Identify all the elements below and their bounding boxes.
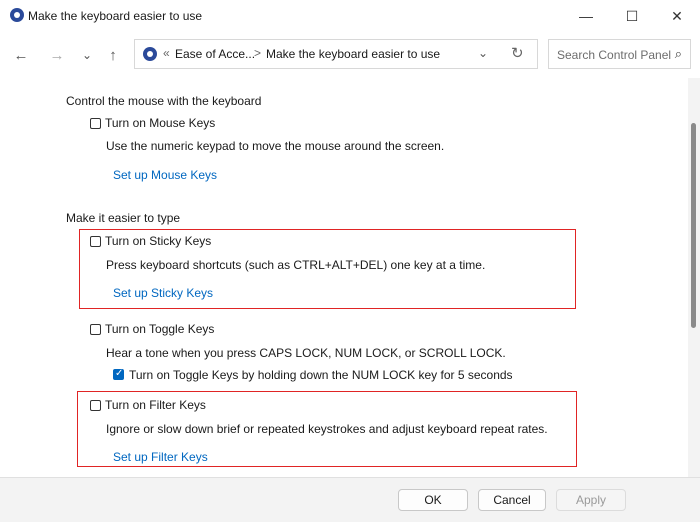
ok-button[interactable]: OK — [398, 489, 468, 511]
setup-filter-keys-link[interactable]: Set up Filter Keys — [113, 450, 208, 464]
mouse-keys-label[interactable]: Turn on Mouse Keys — [105, 116, 215, 130]
apply-button[interactable]: Apply — [556, 489, 626, 511]
control-panel-icon — [143, 47, 157, 61]
close-button[interactable]: ✕ — [654, 0, 700, 32]
filter-keys-description: Ignore or slow down brief or repeated ke… — [106, 422, 548, 436]
toggle-keys-numlock-checkbox[interactable] — [113, 368, 124, 380]
minimize-button[interactable]: — — [563, 0, 609, 32]
control-panel-icon — [10, 8, 24, 22]
up-arrow-icon[interactable]: ↑ — [104, 46, 122, 64]
scrollbar-thumb[interactable] — [691, 123, 696, 328]
filter-keys-checkbox[interactable] — [90, 400, 101, 411]
maximize-button[interactable]: ☐ — [609, 0, 655, 32]
address-bar[interactable]: « Ease of Acce... > Make the keyboard ea… — [134, 39, 538, 69]
mouse-keys-description: Use the numeric keypad to move the mouse… — [106, 139, 445, 153]
navigation-bar: ← → ⌄ ↑ « Ease of Acce... > Make the key… — [0, 32, 700, 79]
search-box[interactable]: ⌕ — [548, 39, 691, 69]
search-icon[interactable]: ⌕ — [675, 46, 682, 62]
breadcrumb-ease-of-access[interactable]: Ease of Acce... — [175, 47, 255, 61]
search-input[interactable] — [555, 47, 679, 63]
vertical-scrollbar[interactable] — [688, 78, 700, 477]
setup-sticky-keys-link[interactable]: Set up Sticky Keys — [113, 286, 213, 300]
back-arrow-icon[interactable]: ← — [12, 46, 30, 64]
toggle-keys-description: Hear a tone when you press CAPS LOCK, NU… — [106, 346, 506, 360]
address-dropdown-icon[interactable]: ⌄ — [478, 46, 488, 60]
toggle-keys-label[interactable]: Turn on Toggle Keys — [105, 322, 214, 336]
typing-section-heading: Make it easier to type — [66, 211, 181, 225]
breadcrumb-current-page[interactable]: Make the keyboard easier to use — [266, 47, 440, 61]
window-title: Make the keyboard easier to use — [28, 9, 203, 23]
mouse-section-heading: Control the mouse with the keyboard — [66, 94, 262, 108]
breadcrumb-separator-icon[interactable]: > — [254, 46, 261, 60]
sticky-keys-label[interactable]: Turn on Sticky Keys — [105, 234, 211, 248]
sticky-keys-description: Press keyboard shortcuts (such as CTRL+A… — [106, 258, 486, 272]
filter-keys-label[interactable]: Turn on Filter Keys — [105, 398, 206, 412]
settings-content: Control the mouse with the keyboard Turn… — [0, 78, 688, 477]
refresh-icon[interactable]: ↻ — [511, 44, 524, 62]
dialog-footer: OK Cancel Apply — [0, 477, 700, 522]
toggle-keys-numlock-label[interactable]: Turn on Toggle Keys by holding down the … — [129, 368, 513, 382]
mouse-keys-checkbox[interactable] — [90, 118, 101, 129]
title-bar: Make the keyboard easier to use — ☐ ✕ — [0, 0, 700, 32]
cancel-button[interactable]: Cancel — [478, 489, 546, 511]
breadcrumb-overflow-icon[interactable]: « — [163, 46, 170, 60]
forward-arrow-icon[interactable]: → — [48, 46, 66, 64]
setup-mouse-keys-link[interactable]: Set up Mouse Keys — [113, 168, 217, 182]
recent-locations-chevron-icon[interactable]: ⌄ — [78, 46, 96, 64]
toggle-keys-checkbox[interactable] — [90, 324, 101, 335]
sticky-keys-checkbox[interactable] — [90, 236, 101, 247]
